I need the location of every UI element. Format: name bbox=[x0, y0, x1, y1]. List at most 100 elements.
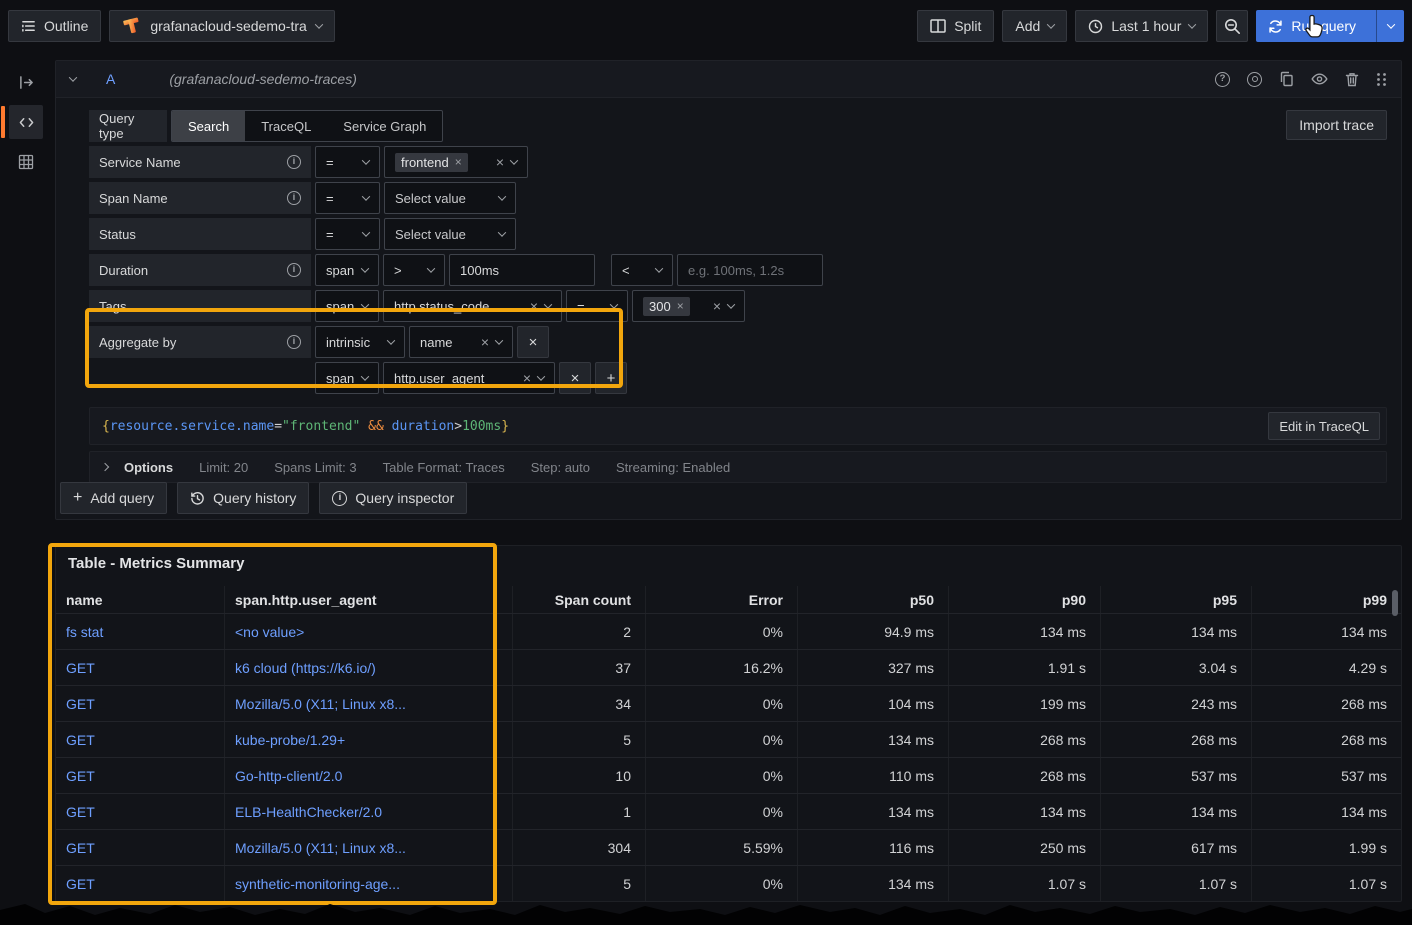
info-icon[interactable]: i bbox=[287, 191, 301, 205]
table-link-cell[interactable]: GET bbox=[56, 650, 224, 685]
table-link-cell[interactable]: GET bbox=[56, 722, 224, 757]
tab-service-graph[interactable]: Service Graph bbox=[327, 111, 442, 141]
column-header[interactable]: p99 bbox=[1251, 586, 1401, 613]
service-name-value-select[interactable]: frontend × × bbox=[384, 146, 528, 178]
edit-in-traceql-button[interactable]: Edit in TraceQL bbox=[1268, 412, 1380, 440]
copy-query-icon[interactable] bbox=[1279, 71, 1294, 87]
table-value-cell: 617 ms bbox=[1100, 830, 1251, 865]
import-trace-button[interactable]: Import trace bbox=[1286, 110, 1387, 140]
table-link-cell[interactable]: kube-probe/1.29+ bbox=[224, 722, 512, 757]
duration-gt-input[interactable] bbox=[460, 263, 584, 278]
rail-table-view-button[interactable] bbox=[9, 145, 43, 179]
remove-aggregate-button[interactable]: × bbox=[517, 326, 549, 358]
table-link-cell[interactable]: GET bbox=[56, 686, 224, 721]
time-range-picker[interactable]: Last 1 hour bbox=[1075, 10, 1208, 42]
status-row: Status = Select value bbox=[89, 218, 1387, 250]
status-operator-select[interactable]: = bbox=[315, 218, 380, 250]
tab-traceql[interactable]: TraceQL bbox=[245, 111, 327, 141]
span-name-value-select[interactable]: Select value bbox=[384, 182, 516, 214]
column-header[interactable]: p95 bbox=[1100, 586, 1251, 613]
concentric-circle-icon[interactable] bbox=[1247, 72, 1262, 87]
table-value-cell: 268 ms bbox=[1251, 686, 1401, 721]
table-value-cell: 104 ms bbox=[797, 686, 948, 721]
aggregate-attribute-select[interactable]: name × bbox=[409, 326, 513, 358]
table-link-cell[interactable]: k6 cloud (https://k6.io/) bbox=[224, 650, 512, 685]
status-value-select[interactable]: Select value bbox=[384, 218, 516, 250]
tags-key-select[interactable]: http.status_code × bbox=[383, 290, 562, 322]
outline-button[interactable]: Outline bbox=[8, 10, 101, 42]
table-value-cell: 5.59% bbox=[645, 830, 797, 865]
tags-value-select[interactable]: 300 × × bbox=[632, 290, 745, 322]
column-header[interactable]: span.http.user_agent bbox=[224, 586, 512, 613]
remove-chip-icon[interactable]: × bbox=[455, 156, 462, 168]
table-link-cell[interactable]: Mozilla/5.0 (X11; Linux x8... bbox=[224, 686, 512, 721]
add-aggregate-button[interactable]: + bbox=[595, 362, 627, 394]
add-button[interactable]: Add bbox=[1002, 10, 1067, 42]
table-row: GETGo-http-client/2.0100%110 ms268 ms537… bbox=[56, 757, 1401, 793]
table-link-cell[interactable]: synthetic-monitoring-age... bbox=[224, 866, 512, 901]
column-header[interactable]: p50 bbox=[797, 586, 948, 613]
table-link-cell[interactable]: <no value> bbox=[224, 614, 512, 649]
aggregate-scope-select[interactable]: intrinsic bbox=[315, 326, 405, 358]
column-header[interactable]: name bbox=[56, 586, 224, 613]
column-header[interactable]: p90 bbox=[948, 586, 1100, 613]
remove-aggregate-button[interactable]: × bbox=[559, 362, 591, 394]
tab-search[interactable]: Search bbox=[172, 111, 245, 141]
service-name-operator-select[interactable]: = bbox=[315, 146, 380, 178]
table-value-cell: 5 bbox=[512, 722, 645, 757]
table-link-cell[interactable]: GET bbox=[56, 830, 224, 865]
rail-toggle-pane-button[interactable] bbox=[9, 65, 43, 99]
eye-icon[interactable] bbox=[1311, 72, 1328, 86]
span-name-operator-select[interactable]: = bbox=[315, 182, 380, 214]
table-value-cell: 537 ms bbox=[1251, 758, 1401, 793]
clear-icon[interactable]: × bbox=[530, 299, 538, 313]
drag-handle-icon[interactable] bbox=[1376, 72, 1387, 87]
chevron-down-icon bbox=[1188, 20, 1196, 28]
table-link-cell[interactable]: Go-http-client/2.0 bbox=[224, 758, 512, 793]
info-icon[interactable]: i bbox=[287, 155, 301, 169]
clear-icon[interactable]: × bbox=[523, 371, 531, 385]
table-value-cell: 134 ms bbox=[1100, 794, 1251, 829]
column-header[interactable]: Span count bbox=[512, 586, 645, 613]
history-icon bbox=[190, 491, 205, 506]
table-row: GETMozilla/5.0 (X11; Linux x8...3045.59%… bbox=[56, 829, 1401, 865]
info-icon[interactable]: i bbox=[287, 263, 301, 277]
add-query-button[interactable]: + Add query bbox=[60, 482, 167, 514]
help-icon[interactable]: ? bbox=[1215, 72, 1230, 87]
remove-chip-icon[interactable]: × bbox=[677, 300, 684, 312]
scrollbar-thumb[interactable] bbox=[1392, 590, 1398, 616]
duration-scope-select[interactable]: span bbox=[315, 254, 379, 286]
column-header[interactable]: Error bbox=[645, 586, 797, 613]
trash-icon[interactable] bbox=[1345, 72, 1359, 87]
table-link-cell[interactable]: Mozilla/5.0 (X11; Linux x8... bbox=[224, 830, 512, 865]
collapse-chevron-icon[interactable] bbox=[69, 73, 77, 81]
duration-lt-operator-select[interactable]: < bbox=[611, 254, 673, 286]
metrics-table-body: fs stat<no value>20%94.9 ms134 ms134 ms1… bbox=[56, 613, 1401, 901]
datasource-picker[interactable]: grafanacloud-sedemo-tra bbox=[109, 10, 335, 42]
tags-scope-select[interactable]: span bbox=[315, 290, 379, 322]
rail-code-view-button[interactable] bbox=[9, 105, 43, 139]
aggregate-scope-select[interactable]: span bbox=[315, 362, 379, 394]
query-inspector-button[interactable]: i Query inspector bbox=[319, 482, 467, 514]
table-link-cell[interactable]: fs stat bbox=[56, 614, 224, 649]
info-icon[interactable]: i bbox=[287, 335, 301, 349]
run-query-dropdown[interactable] bbox=[1376, 10, 1404, 42]
duration-gt-operator-select[interactable]: > bbox=[383, 254, 445, 286]
query-history-button[interactable]: Query history bbox=[177, 482, 309, 514]
table-link-cell[interactable]: GET bbox=[56, 758, 224, 793]
table-link-cell[interactable]: ELB-HealthChecker/2.0 bbox=[224, 794, 512, 829]
table-value-cell: 0% bbox=[645, 722, 797, 757]
query-ref-id: A bbox=[106, 71, 115, 87]
split-button[interactable]: Split bbox=[917, 10, 994, 42]
clear-icon[interactable]: × bbox=[496, 155, 504, 169]
clear-icon[interactable]: × bbox=[481, 335, 489, 349]
table-link-cell[interactable]: GET bbox=[56, 794, 224, 829]
table-link-cell[interactable]: GET bbox=[56, 866, 224, 901]
options-row[interactable]: Options Limit: 20Spans Limit: 3Table For… bbox=[89, 451, 1387, 483]
zoom-out-button[interactable] bbox=[1216, 10, 1248, 42]
clear-icon[interactable]: × bbox=[713, 299, 721, 313]
aggregate-attribute-select[interactable]: http.user_agent × bbox=[383, 362, 555, 394]
duration-lt-input[interactable] bbox=[688, 263, 812, 278]
tags-operator-select[interactable]: = bbox=[566, 290, 628, 322]
run-query-button[interactable]: Run query bbox=[1256, 10, 1404, 42]
